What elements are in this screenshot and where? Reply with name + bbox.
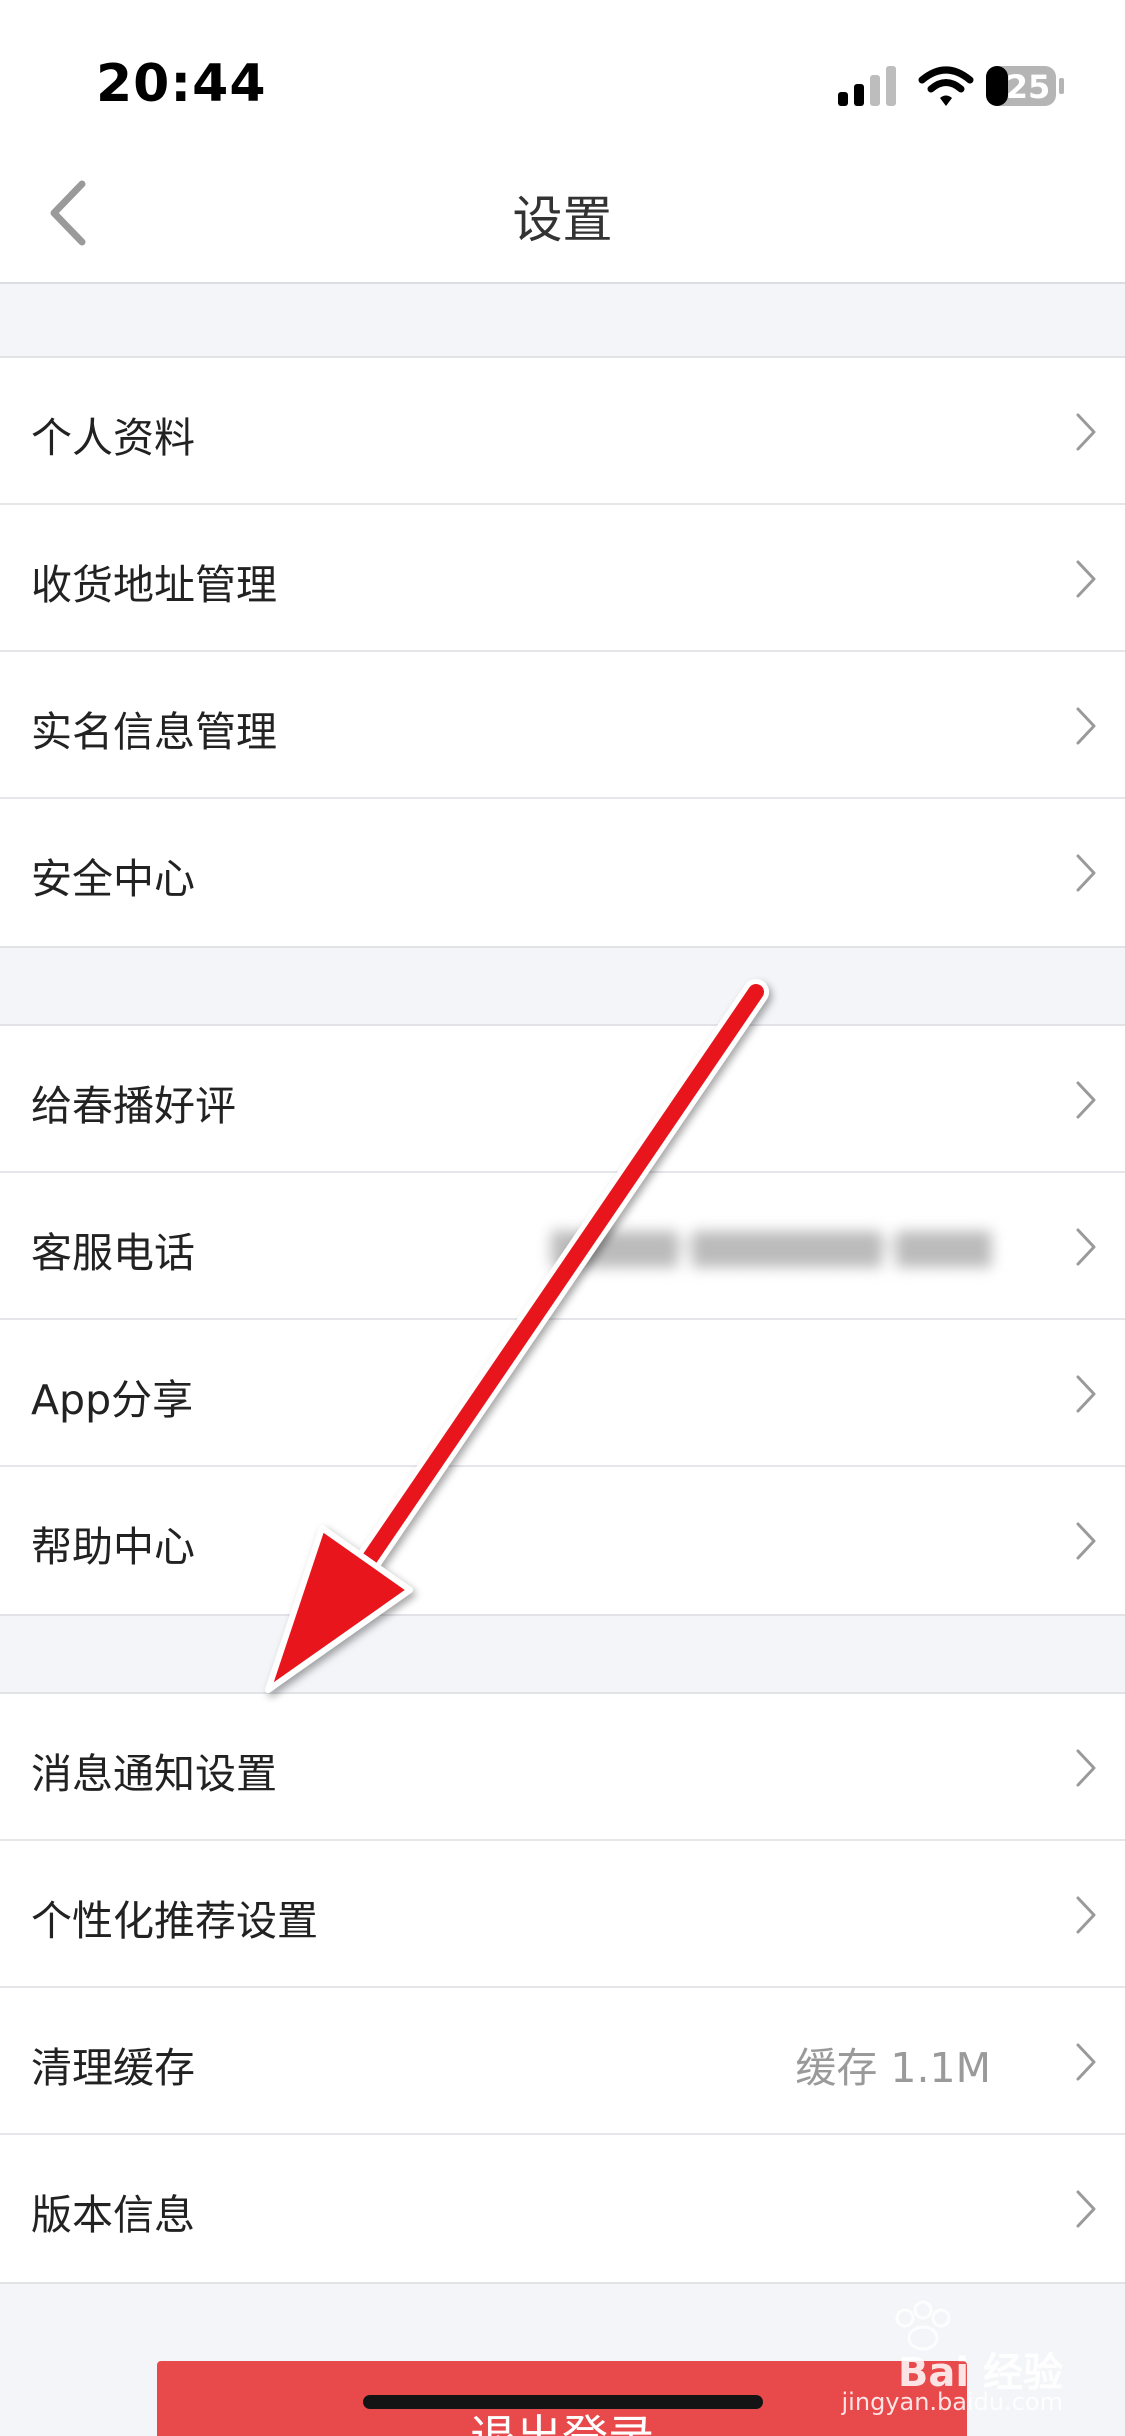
row-label: 收货地址管理 [31, 561, 277, 609]
home-indicator [363, 2395, 763, 2409]
settings-row-rate-app[interactable]: 给春播好评 [0, 1026, 1125, 1173]
settings-row-personalized-recommendations[interactable]: 个性化推荐设置 [0, 1841, 1125, 1988]
row-label: 清理缓存 [31, 2044, 195, 2092]
row-label: 消息通知设置 [31, 1750, 277, 1798]
settings-row-clear-cache[interactable]: 清理缓存 缓存 1.1M [0, 1988, 1125, 2135]
row-label: 个性化推荐设置 [31, 1897, 318, 1945]
settings-row-security[interactable]: 安全中心 [0, 799, 1125, 946]
watermark-url: jingyan.baidu.com [841, 2388, 1063, 2416]
settings-row-address[interactable]: 收货地址管理 [0, 505, 1125, 652]
chevron-right-icon [1076, 2190, 1096, 2228]
settings-row-customer-service[interactable]: 客服电话 ▆▆▆▆-▆▆▆▆▆▆-▆▆▆ [0, 1173, 1125, 1320]
chevron-right-icon [1076, 413, 1096, 451]
row-label: 帮助中心 [31, 1523, 195, 1571]
wifi-icon [918, 66, 974, 106]
row-label: 给春播好评 [31, 1082, 236, 1130]
row-label: 版本信息 [31, 2191, 195, 2239]
status-time: 20:44 [96, 54, 267, 114]
battery-level: 25 [1005, 68, 1051, 106]
chevron-right-icon [1076, 1896, 1096, 1934]
chevron-right-icon [1076, 854, 1096, 892]
chevron-right-icon [1076, 560, 1096, 598]
chevron-right-icon [1076, 707, 1096, 745]
settings-group-support: 给春播好评 客服电话 ▆▆▆▆-▆▆▆▆▆▆-▆▆▆ App分享 帮助中心 [0, 1024, 1125, 1616]
chevron-right-icon [1076, 1522, 1096, 1560]
chevron-right-icon [1076, 1749, 1096, 1787]
settings-row-real-name[interactable]: 实名信息管理 [0, 652, 1125, 799]
nav-bar: 设置 [0, 150, 1125, 284]
row-label: App分享 [31, 1376, 194, 1424]
settings-group-preferences: 消息通知设置 个性化推荐设置 清理缓存 缓存 1.1M 版本信息 [0, 1692, 1125, 2284]
chevron-right-icon [1076, 1228, 1096, 1266]
chevron-right-icon [1076, 1375, 1096, 1413]
settings-row-app-share[interactable]: App分享 [0, 1320, 1125, 1467]
settings-row-help-center[interactable]: 帮助中心 [0, 1467, 1125, 1614]
settings-row-profile[interactable]: 个人资料 [0, 358, 1125, 505]
settings-row-notifications[interactable]: 消息通知设置 [0, 1694, 1125, 1841]
chevron-right-icon [1076, 1081, 1096, 1119]
signal-icon [838, 66, 896, 106]
chevron-right-icon [1076, 2043, 1096, 2081]
status-bar: 20:44 25 [0, 0, 1125, 150]
row-label: 安全中心 [31, 855, 195, 903]
settings-screen: 20:44 25 设置 个人资料 收货地址管理 实名信息管理 安全中心 给春播好… [0, 0, 1125, 2436]
row-label: 实名信息管理 [31, 708, 277, 756]
settings-group-account: 个人资料 收货地址管理 实名信息管理 安全中心 [0, 356, 1125, 948]
page-title: 设置 [512, 191, 613, 249]
customer-service-number-redacted: ▆▆▆▆-▆▆▆▆▆▆-▆▆▆ [551, 1219, 992, 1267]
row-label: 个人资料 [31, 414, 195, 462]
settings-row-version-info[interactable]: 版本信息 [0, 2135, 1125, 2282]
row-label: 客服电话 [31, 1229, 195, 1277]
settings-list: 个人资料 收货地址管理 实名信息管理 安全中心 给春播好评 客服电话 ▆▆▆▆-… [0, 356, 1125, 2360]
cache-size-value: 缓存 1.1M [795, 2044, 991, 2092]
